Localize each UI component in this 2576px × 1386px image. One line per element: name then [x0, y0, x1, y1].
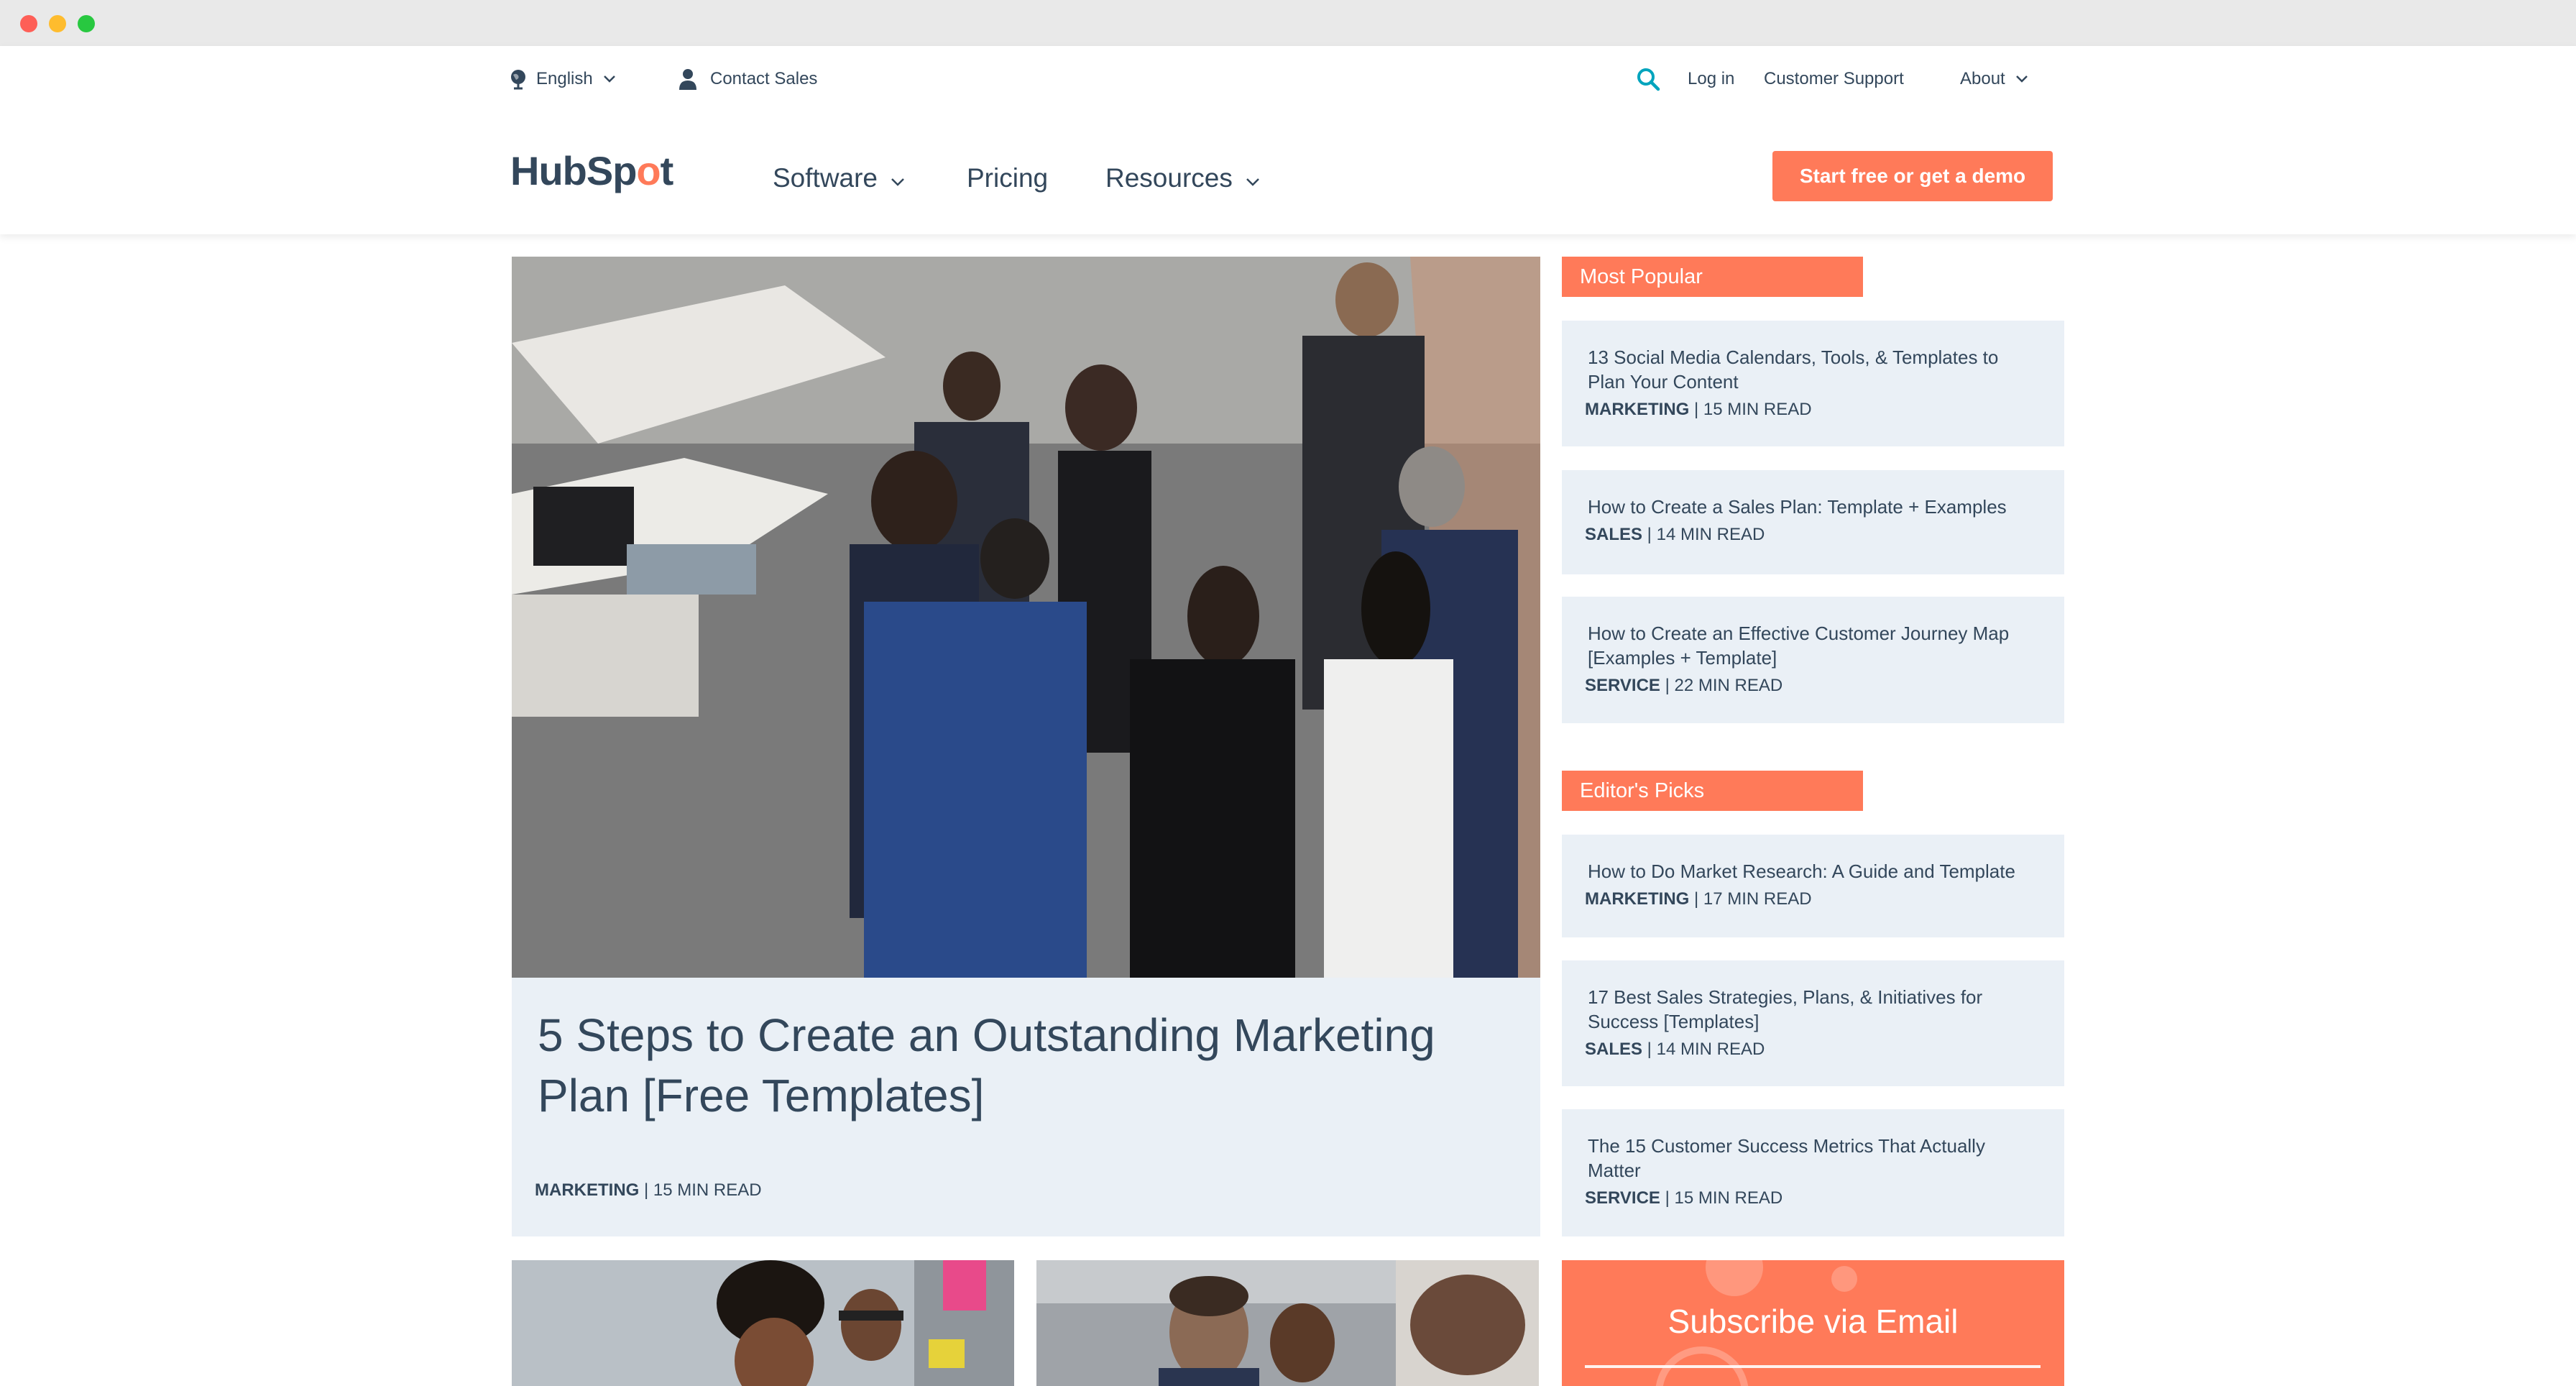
chevron-down-icon [603, 75, 616, 83]
nav-software[interactable]: Software [773, 160, 905, 197]
search-icon [1636, 67, 1660, 91]
list-item[interactable]: How to Create a Sales Plan: Template + E… [1562, 470, 2064, 574]
list-item[interactable]: 13 Social Media Calendars, Tools, & Temp… [1562, 321, 2064, 446]
article-category: SALES [1585, 525, 1643, 544]
about-label: About [1960, 69, 2005, 88]
list-item[interactable]: The 15 Customer Success Metrics That Act… [1562, 1109, 2064, 1236]
hubspot-logo[interactable]: HubSpot [510, 147, 673, 194]
chevron-down-icon [1246, 163, 1260, 193]
article-category: SERVICE [1585, 1188, 1660, 1208]
article-title[interactable]: How to Create an Effective Customer Jour… [1588, 621, 2038, 670]
article-read-time: 14 MIN READ [1656, 1040, 1765, 1059]
article-thumbnail[interactable] [512, 1260, 1014, 1386]
customer-support-link[interactable]: Customer Support [1764, 66, 1904, 92]
list-item[interactable]: How to Do Market Research: A Guide and T… [1562, 835, 2064, 937]
language-label: English [536, 69, 593, 88]
article-read-time: 15 MIN READ [1703, 400, 1812, 419]
nav-pricing[interactable]: Pricing [967, 160, 1048, 197]
window-minimize-button[interactable] [49, 15, 66, 32]
article-meta: SALES | 14 MIN READ [1585, 525, 1765, 544]
article-category: MARKETING [1585, 889, 1690, 909]
start-free-demo-button[interactable]: Start free or get a demo [1772, 151, 2053, 201]
subscribe-title: Subscribe via Email [1668, 1303, 1959, 1340]
logo-text: HubSp [510, 148, 637, 193]
log-in-link[interactable]: Log in [1688, 66, 1734, 92]
article-category: SERVICE [1585, 676, 1660, 695]
email-input-underline[interactable] [1585, 1365, 2041, 1368]
hubspot-sprocket-icon: o [636, 148, 661, 193]
logo-text-end: t [660, 148, 674, 193]
article-category: MARKETING [1585, 400, 1690, 419]
article-meta: MARKETING | 17 MIN READ [1585, 889, 1812, 909]
article-read-time: 17 MIN READ [1703, 889, 1812, 909]
most-popular-label: Most Popular [1562, 257, 1863, 297]
contact-sales-link[interactable]: Contact Sales [678, 66, 817, 92]
article-title[interactable]: How to Do Market Research: A Guide and T… [1588, 859, 2038, 884]
nav-resources-label: Resources [1105, 163, 1233, 193]
hero-category: MARKETING [535, 1180, 640, 1200]
article-read-time: 22 MIN READ [1674, 676, 1783, 695]
subscribe-panel[interactable]: Subscribe via Email [1562, 1260, 2064, 1386]
editors-picks-label: Editor's Picks [1562, 771, 1863, 811]
window-close-button[interactable] [20, 15, 37, 32]
chevron-down-icon [891, 163, 905, 193]
chevron-down-icon [2015, 75, 2028, 83]
decorative-bubble [1706, 1260, 1763, 1296]
decorative-bubble [1831, 1266, 1857, 1292]
article-title[interactable]: How to Create a Sales Plan: Template + E… [1588, 495, 2038, 519]
article-meta: MARKETING | 15 MIN READ [1585, 400, 1812, 419]
search-button[interactable] [1636, 66, 1660, 92]
hero-read-time: 15 MIN READ [653, 1180, 762, 1200]
hero-article-title[interactable]: 5 Steps to Create an Outstanding Marketi… [538, 1005, 1486, 1126]
list-item[interactable]: 17 Best Sales Strategies, Plans, & Initi… [1562, 960, 2064, 1086]
hero-image[interactable] [512, 257, 1540, 978]
nav-software-label: Software [773, 163, 878, 193]
globe-icon [509, 68, 528, 90]
hero-article-card[interactable]: 5 Steps to Create an Outstanding Marketi… [512, 978, 1540, 1236]
nav-resources[interactable]: Resources [1105, 160, 1260, 197]
article-title[interactable]: 13 Social Media Calendars, Tools, & Temp… [1588, 345, 2038, 394]
article-category: SALES [1585, 1040, 1643, 1059]
article-meta: SERVICE | 15 MIN READ [1585, 1188, 1783, 1208]
browser-title-bar [0, 0, 2576, 47]
article-read-time: 14 MIN READ [1656, 525, 1765, 544]
contact-sales-label: Contact Sales [710, 69, 818, 88]
list-item[interactable]: How to Create an Effective Customer Jour… [1562, 597, 2064, 723]
hero-article-meta: MARKETING | 15 MIN READ [535, 1180, 762, 1200]
article-read-time: 15 MIN READ [1674, 1188, 1783, 1208]
site-header [0, 46, 2576, 234]
article-thumbnail[interactable] [1036, 1260, 1539, 1386]
article-meta: SERVICE | 22 MIN READ [1585, 676, 1783, 695]
about-menu[interactable]: About [1960, 66, 2028, 92]
window-maximize-button[interactable] [78, 15, 95, 32]
article-meta: SALES | 14 MIN READ [1585, 1040, 1765, 1059]
person-icon [678, 68, 697, 91]
language-selector[interactable]: English [509, 66, 616, 92]
article-title[interactable]: The 15 Customer Success Metrics That Act… [1588, 1134, 2038, 1183]
article-title[interactable]: 17 Best Sales Strategies, Plans, & Initi… [1588, 985, 2038, 1034]
